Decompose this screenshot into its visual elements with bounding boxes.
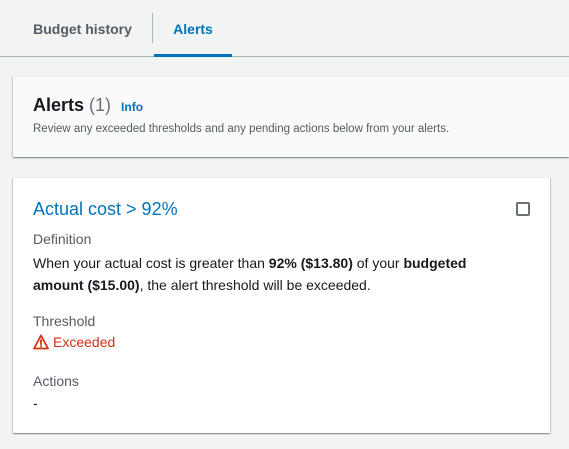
actions-value: - bbox=[33, 395, 38, 411]
definition-part-2: of your bbox=[352, 255, 404, 271]
alerts-header-title-row: Alerts (1) Info bbox=[33, 95, 143, 116]
definition-part-3: , the alert threshold will be exceeded. bbox=[139, 277, 371, 293]
definition-threshold-value: 92% ($13.80) bbox=[268, 255, 353, 271]
definition-label: Definition bbox=[33, 231, 92, 247]
tab-divider bbox=[152, 13, 153, 43]
definition-part-1: When your actual cost is greater than bbox=[33, 255, 269, 271]
definition-text: When your actual cost is greater than 92… bbox=[33, 252, 513, 296]
alert-card: Actual cost > 92% Definition When your a… bbox=[13, 177, 550, 433]
threshold-status: Exceeded bbox=[33, 334, 115, 350]
info-link[interactable]: Info bbox=[121, 100, 143, 114]
threshold-label: Threshold bbox=[33, 313, 96, 329]
alerts-header-container: Alerts (1) Info Review any exceeded thre… bbox=[13, 76, 569, 157]
warning-icon bbox=[33, 334, 49, 350]
alert-title-link[interactable]: Actual cost > 92% bbox=[33, 199, 178, 220]
page-title: Alerts bbox=[33, 95, 85, 115]
alerts-count: (1) bbox=[89, 95, 112, 115]
active-tab-indicator bbox=[154, 54, 232, 57]
tab-bar: Budget history Alerts bbox=[0, 0, 569, 57]
actions-label: Actions bbox=[33, 373, 79, 389]
tab-budget-history[interactable]: Budget history bbox=[14, 0, 151, 57]
tab-alerts[interactable]: Alerts bbox=[154, 0, 232, 57]
threshold-status-text: Exceeded bbox=[53, 334, 116, 350]
alerts-description: Review any exceeded thresholds and any p… bbox=[33, 123, 450, 135]
alert-select-checkbox[interactable] bbox=[516, 202, 530, 216]
